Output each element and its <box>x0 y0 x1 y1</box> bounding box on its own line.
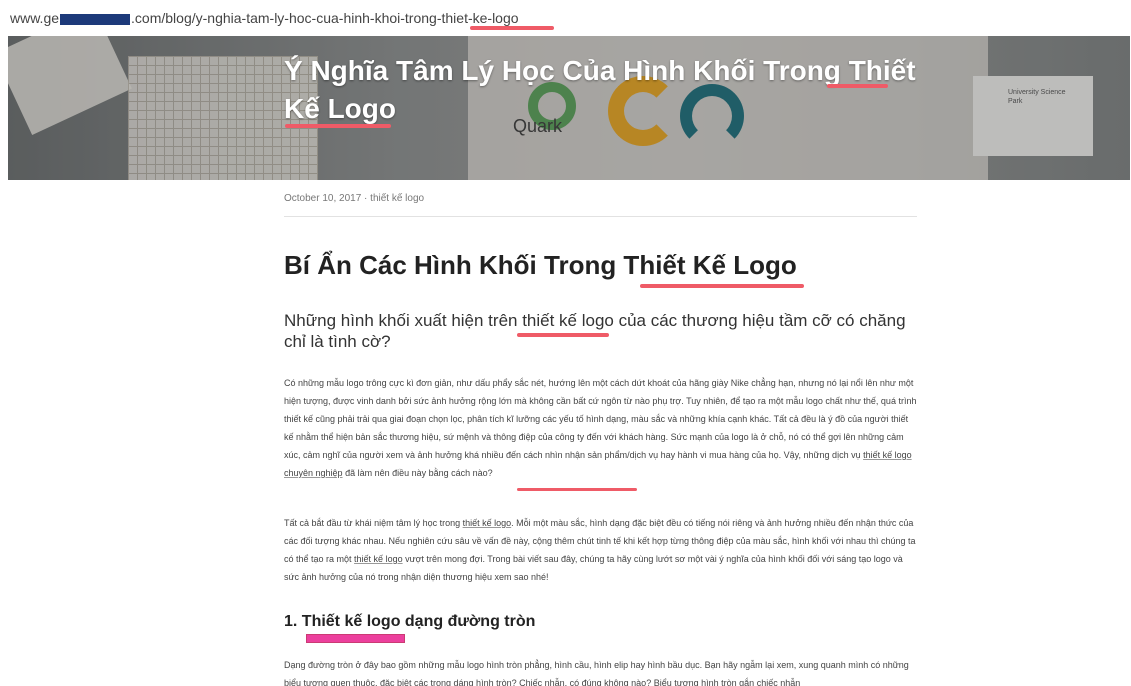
url-annotation-underline <box>470 26 554 30</box>
post-heading: Bí Ẩn Các Hình Khối Trong Thiết Kế Logo <box>284 250 797 280</box>
url-path: .com/blog/y-nghia-tam-ly-hoc-cua-hinh-kh… <box>131 10 442 26</box>
post-meta: October 10, 2017 · thiết kế logo <box>284 193 425 204</box>
address-bar[interactable]: www.ge .com/blog/y-nghia-tam-ly-hoc-cua-h… <box>0 0 1131 34</box>
hero-title-line2: Kế Logo <box>284 93 396 124</box>
redacted-block <box>60 13 131 25</box>
url-highlight: thiet-ke-logo <box>441 10 519 26</box>
hero-title: Ý Nghĩa Tâm Lý Học Của Hình Khối Trong T… <box>284 52 924 128</box>
url-prefix: www.ge <box>10 10 60 26</box>
hero-banner: Quark University Science Park Ý Nghĩa Tâ… <box>8 36 1130 180</box>
section-annotation-highlight <box>306 634 405 643</box>
paragraph-3: Dạng đường tròn ở đây bao gồm những mẫu … <box>284 660 909 686</box>
paragraph-2: Tất cả bắt đầu từ khái niệm tâm lý học t… <box>284 514 920 586</box>
paragraph-1: Có những mẫu logo trông cực kì đơn giản,… <box>284 374 920 482</box>
hero-annotation-underline-2 <box>285 124 391 128</box>
post-lead: Những hình khối xuất hiện trên thiết kế … <box>284 311 906 351</box>
heading-annotation-underline <box>640 284 804 288</box>
paragraph-2-text-a: Tất cả bắt đầu từ khái niệm tâm lý học t… <box>284 518 463 528</box>
link-thiet-ke-logo-2[interactable]: thiết kế logo <box>354 554 403 564</box>
url-text[interactable]: www.ge .com/blog/y-nghia-tam-ly-hoc-cua-h… <box>10 10 519 26</box>
lead-annotation-underline <box>517 333 609 337</box>
link-thiet-ke-logo-1[interactable]: thiết kế logo <box>463 518 512 528</box>
para-annotation-underline <box>517 488 637 491</box>
section-1-title: 1. Thiết kế logo dạng đường tròn <box>284 613 536 630</box>
divider <box>284 216 917 217</box>
hero-annotation-underline-1 <box>827 84 888 88</box>
paragraph-1-text-b: đã làm nên điều này bằng cách nào? <box>342 468 493 478</box>
paragraph-1-text-a: Có những mẫu logo trông cực kì đơn giản,… <box>284 378 917 460</box>
